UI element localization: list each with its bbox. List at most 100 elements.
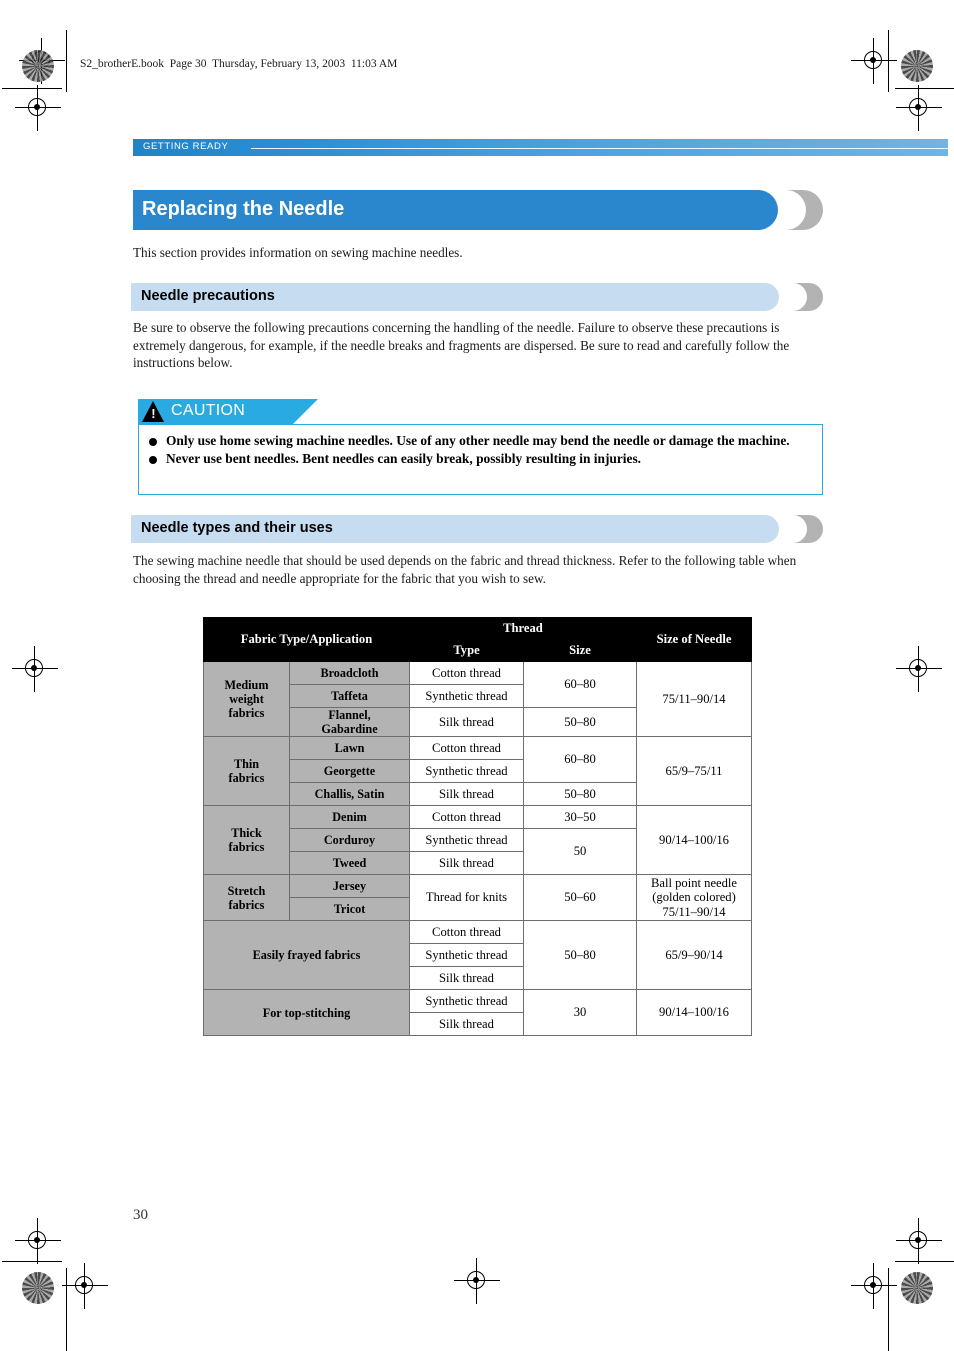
thread-type-cell: Synthetic thread [409, 989, 524, 1013]
needle-size-cell: 65/9–90/14 [636, 920, 752, 990]
caution-box: Only use home sewing machine needles. Us… [138, 424, 823, 495]
table-row: Stretch fabrics Jersey Thread for knits 50–6… [203, 874, 752, 921]
section-heading-fill-2: Needle types and their uses [131, 515, 779, 543]
fabric-name-line: Taffeta [331, 689, 368, 703]
page-number: 30 [133, 1207, 148, 1223]
needle-size-line: 75/11–90/14 [662, 691, 726, 706]
fabric-group-line: fabrics [228, 706, 265, 720]
caution-banner: ! CAUTION [138, 399, 318, 424]
fabric-group-line: Thick [231, 826, 262, 840]
thread-type-cell: Cotton thread [409, 661, 524, 685]
needle-size-line: 65/9–90/14 [665, 947, 723, 962]
fabric-name-cell: Tricot [289, 897, 410, 921]
fabric-name-cell: Challis, Satin [289, 782, 410, 806]
fabric-name-line: Lawn [334, 741, 365, 755]
running-header-rule [251, 147, 948, 150]
fabric-group-line: Easily frayed fabrics [252, 948, 361, 962]
trim-line-bottom-left-vertical [66, 1268, 68, 1351]
needle-size-cell: 75/11–90/14 [636, 661, 752, 737]
fabric-group-cell: Easily frayed fabrics [203, 920, 410, 990]
registration-mark-bottom-right [851, 1263, 897, 1309]
density-patch-bottom-right [901, 1272, 933, 1304]
fabric-name-line: Broadcloth [320, 666, 379, 680]
thread-type-cell: Silk thread [409, 1012, 524, 1036]
fabric-name-line: Gabardine [321, 722, 378, 736]
caution-item-text: Only use home sewing machine needles. Us… [166, 433, 790, 448]
fabric-group-line: weight [229, 692, 264, 706]
needle-size-line: 65/9–75/11 [665, 763, 723, 778]
registration-mark-right-lower [896, 1218, 942, 1264]
section-heading-needle-types: Needle types and their uses [131, 515, 823, 543]
thread-size-cell: 50–80 [523, 707, 637, 737]
thread-type-cell: Silk thread [409, 851, 524, 875]
density-patch-top-left [22, 50, 54, 82]
thread-type-cell: Synthetic thread [409, 684, 524, 708]
table-body: Medium weight fabrics Broadcloth Cotton thre… [203, 661, 752, 1036]
page-title: Replacing the Needle [142, 198, 345, 220]
trim-line-top-left-horizontal [2, 88, 62, 90]
page-title-banner: Replacing the Needle [133, 190, 823, 230]
fabric-name-line: Tricot [333, 902, 366, 916]
section-heading-label-2: Needle types and their uses [141, 520, 333, 536]
fabric-name-cell: Lawn [289, 736, 410, 760]
book-file-info-line: S2_brotherE.book Page 30 Thursday, Febru… [80, 58, 398, 70]
fabric-name-line: Corduroy [323, 833, 376, 847]
fabric-group-cell: Medium weight fabrics [203, 661, 290, 737]
table-row: Thin fabrics Lawn Cotton thread 60–80 65/9–75… [203, 736, 752, 806]
section-heading-fill-1: Needle precautions [131, 283, 779, 311]
thread-size-cell: 30 [523, 989, 637, 1036]
caution-label: CAUTION [171, 402, 246, 419]
fabric-name-cell: Flannel, Gabardine [289, 707, 410, 737]
running-header-label: GETTING READY [143, 141, 229, 152]
intro-paragraph: This section provides information on sew… [133, 245, 463, 260]
registration-mark-left-upper [15, 85, 61, 131]
fabric-name-line: Jersey [332, 879, 367, 893]
needle-size-line: 90/14–100/16 [659, 832, 729, 847]
thread-size-cell: 30–50 [523, 805, 637, 829]
section-heading-needle-precautions: Needle precautions [131, 283, 823, 311]
col-header-thread: Thread [409, 617, 637, 640]
registration-mark-left-middle [12, 646, 58, 692]
section-body-2: The sewing machine needle that should be… [133, 553, 797, 586]
needle-size-line: 75/11–90/14 [662, 904, 726, 919]
thread-type-cell: Silk thread [409, 782, 524, 806]
needle-size-line: 90/14–100/16 [659, 1005, 729, 1020]
registration-mark-bottom-center [454, 1258, 500, 1304]
fabric-group-line: Stretch [227, 883, 266, 898]
thread-type-cell: Silk thread [409, 966, 524, 990]
fabric-group-cell: Thin fabrics [203, 736, 290, 806]
table-header-row-1: Fabric Type/Application Thread Size of N… [203, 617, 752, 662]
bullet-icon [149, 437, 157, 446]
registration-mark-left-lower [15, 1218, 61, 1264]
trim-line-top-right-horizontal [895, 88, 954, 90]
fabric-name-line: Georgette [323, 764, 376, 778]
needle-size-cell: 65/9–75/11 [636, 736, 752, 806]
fabric-name-cell: Taffeta [289, 684, 410, 708]
table-row: For top-stitching Synthetic thread 30 90/14… [203, 989, 752, 1036]
thread-type-cell: Cotton thread [409, 805, 524, 829]
fabric-group-line: For top-stitching [262, 1005, 351, 1020]
thread-type-cell: Thread for knits [409, 874, 524, 921]
fabric-name-cell: Georgette [289, 759, 410, 783]
table-row: Easily frayed fabrics Cotton thread 50–80 6… [203, 920, 752, 990]
registration-mark-top-right [851, 38, 897, 84]
fabric-name-line: Denim [332, 810, 367, 824]
fabric-group-line: fabrics [228, 771, 265, 785]
thread-size-cell: 50–80 [523, 782, 637, 806]
needle-size-cell: 90/14–100/16 [636, 805, 752, 875]
fabric-group-line: Thin [233, 757, 260, 771]
thread-type-cell: Cotton thread [409, 920, 524, 944]
trim-line-top-right-vertical [888, 30, 890, 92]
needle-size-line: (golden colored) [652, 890, 736, 905]
trim-line-top-left-vertical [66, 30, 68, 92]
table-row: Thick fabrics Denim Cotton thread 30–50 90/14… [203, 805, 752, 875]
thread-type-cell: Cotton thread [409, 736, 524, 760]
col-header-thread-size: Size [523, 639, 637, 662]
density-patch-top-right [901, 50, 933, 82]
thread-size-cell: 50 [523, 828, 637, 875]
fabric-name-line: Challis, Satin [314, 787, 385, 801]
thread-type-cell: Synthetic thread [409, 759, 524, 783]
fabric-name-cell: Broadcloth [289, 661, 410, 685]
fabric-group-cell: Stretch fabrics [203, 874, 290, 921]
table-header: Fabric Type/Application Thread Size of N… [203, 617, 752, 662]
